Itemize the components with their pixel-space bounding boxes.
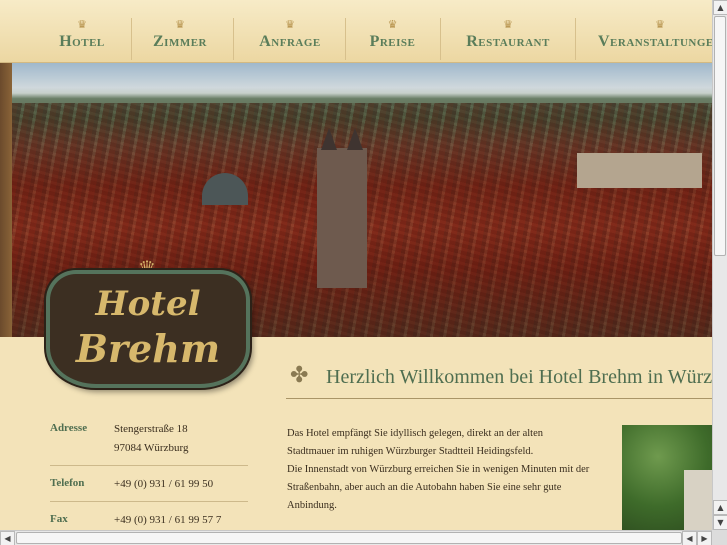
scroll-up-button[interactable]: ▲ [713,0,727,15]
divider [50,465,248,466]
scroll-right-button[interactable]: ▶ [697,531,712,545]
scrollbar-corner [712,530,727,545]
crown-icon: ♛ [387,18,398,31]
crown-icon: ♛ [285,18,295,31]
nav-veranstaltungen[interactable]: ♛ Veranstaltungen [585,0,712,63]
crown-icon: ♛ [175,18,185,31]
wood-border [0,63,12,337]
address-line1: Stengerstraße 18 [114,423,188,435]
nav-anfrage-label: Anfrage [259,33,321,50]
logo-sign: Hotel Brehm [46,270,250,388]
fax-value: +49 (0) 931 / 61 99 57 7 [114,514,222,526]
address-label: Adresse [50,422,88,434]
address-row: Adresse Stengerstraße 18 97084 Würzburg [50,422,248,462]
nav-zimmer[interactable]: ♛ Zimmer [135,0,225,63]
nav-hotel[interactable]: ♛ Hotel [40,0,124,63]
nav-hotel-label: Hotel [59,33,105,50]
palace [577,153,702,188]
logo-line-brehm: Brehm [75,326,221,371]
scroll-up-button-lower[interactable]: ▲ [713,500,727,515]
address-line2: 97084 Würzburg [114,442,189,454]
hotel-logo[interactable]: ♛ Hotel Brehm [46,256,250,388]
nav-restaurant[interactable]: ♛ Restaurant [448,0,568,63]
clover-icon: ✤ [290,363,309,388]
hotel-garden-image [622,425,712,530]
nav-divider [440,18,441,60]
intro-text: Das Hotel empfängt Sie idyllisch gelegen… [287,425,607,515]
intro-line: Die Innenstadt von Würzburg erreichen Si… [287,464,590,475]
logo-line-hotel: Hotel [95,284,201,324]
vertical-scrollbar[interactable]: ▲ ▲ ▼ [712,0,727,530]
fax-label: Fax [50,513,68,525]
intro-line: Stadtmauer im ruhigen Würzburger Stadtte… [287,446,534,457]
horizontal-scroll-thumb[interactable] [16,532,682,544]
welcome-heading: Herzlich Willkommen bei Hotel Brehm in W… [326,366,712,388]
phone-row: Telefon +49 (0) 931 / 61 99 50 [50,477,248,497]
nav-restaurant-label: Restaurant [466,33,550,50]
crown-icon: ♛ [77,18,87,31]
intro-line: Straßenbahn, aber auch an die Autobahn h… [287,482,562,493]
phone-label: Telefon [50,477,85,489]
nav-divider [345,18,346,60]
nav-preise[interactable]: ♛ Preise [350,0,435,63]
divider [286,398,712,399]
crown-icon: ♛ [503,18,513,31]
nav-zimmer-label: Zimmer [153,33,207,50]
scroll-down-button[interactable]: ▼ [713,515,727,530]
nav-veranstaltungen-label: Veranstaltungen [598,33,712,50]
main-navigation: ♛ Hotel ♛ Zimmer ♛ Anfrage ♛ Preise ♛ Re… [0,0,712,63]
scroll-left-button[interactable]: ◀ [0,531,15,545]
intro-line: Das Hotel empfängt Sie idyllisch gelegen… [287,428,544,439]
scroll-left-button-right[interactable]: ◀ [682,531,697,545]
vertical-scroll-thumb[interactable] [714,16,726,256]
intro-line: Anbindung. [287,500,337,511]
cathedral [317,128,367,288]
divider [50,501,248,502]
nav-anfrage[interactable]: ♛ Anfrage [240,0,340,63]
nav-preise-label: Preise [369,33,416,50]
nav-divider [131,18,132,60]
horizontal-scrollbar[interactable]: ◀ ◀ ▶ [0,530,712,545]
crown-icon: ♛ [655,18,665,31]
nav-divider [575,18,576,60]
phone-value[interactable]: +49 (0) 931 / 61 99 50 [114,475,213,494]
nav-divider [233,18,234,60]
